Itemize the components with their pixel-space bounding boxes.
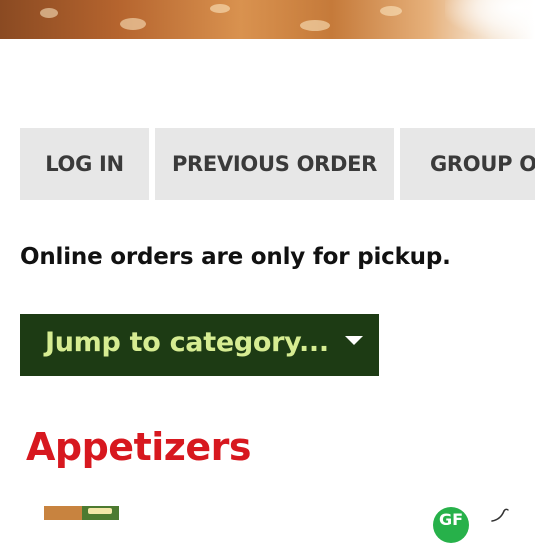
pickup-notice: Online orders are only for pickup.	[20, 244, 451, 270]
chevron-down-icon	[345, 336, 363, 345]
group-order-button[interactable]: GROUP ORDER	[400, 128, 535, 200]
previous-order-button[interactable]: PREVIOUS ORDER	[155, 128, 394, 200]
menu-item-thumbnail[interactable]	[44, 506, 119, 520]
gluten-free-badge: GF	[433, 507, 469, 543]
jump-to-category-label: Jump to category...	[45, 327, 329, 358]
section-title: Appetizers	[26, 425, 252, 469]
hero-banner-image	[0, 0, 535, 39]
login-button[interactable]: LOG IN	[20, 128, 149, 200]
jump-to-category-dropdown[interactable]: Jump to category...	[20, 314, 379, 376]
